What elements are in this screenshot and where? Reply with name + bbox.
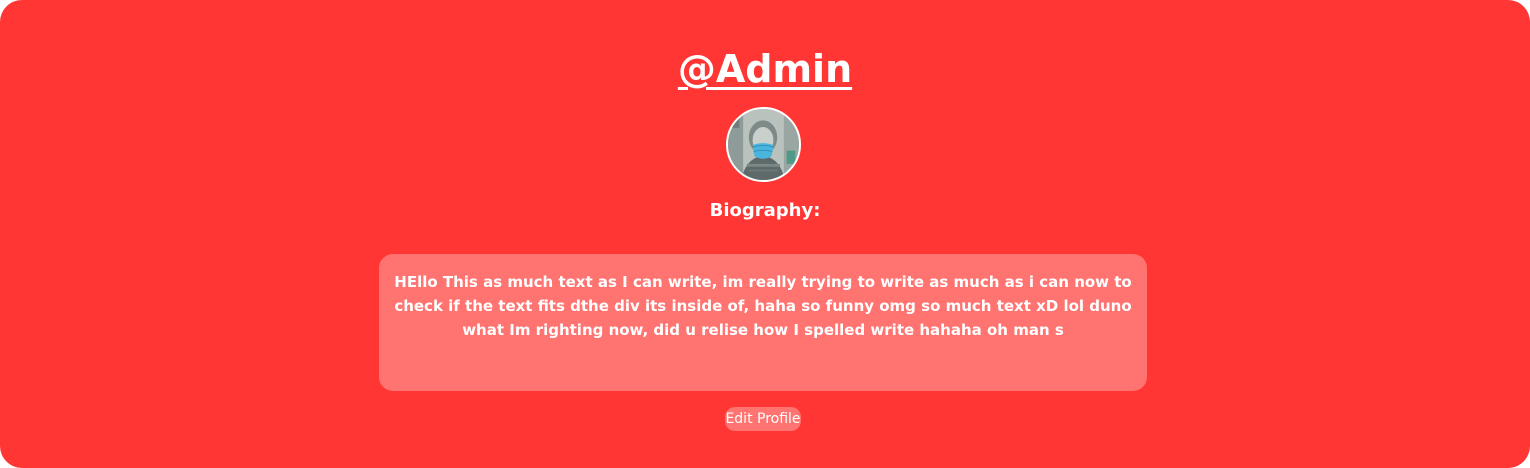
- edit-profile-button[interactable]: Edit Profile: [725, 407, 801, 431]
- profile-card: @Admin Biography: HEllo This as much tex…: [0, 0, 1530, 468]
- avatar: [726, 107, 801, 182]
- username-heading: @Admin: [0, 44, 1530, 94]
- biography-label: Biography:: [709, 200, 821, 221]
- biography-text: HEllo This as much text as I can write, …: [394, 273, 1132, 339]
- username-link[interactable]: @Admin: [678, 47, 852, 91]
- avatar-image: [728, 109, 799, 180]
- biography-box: HEllo This as much text as I can write, …: [379, 254, 1147, 391]
